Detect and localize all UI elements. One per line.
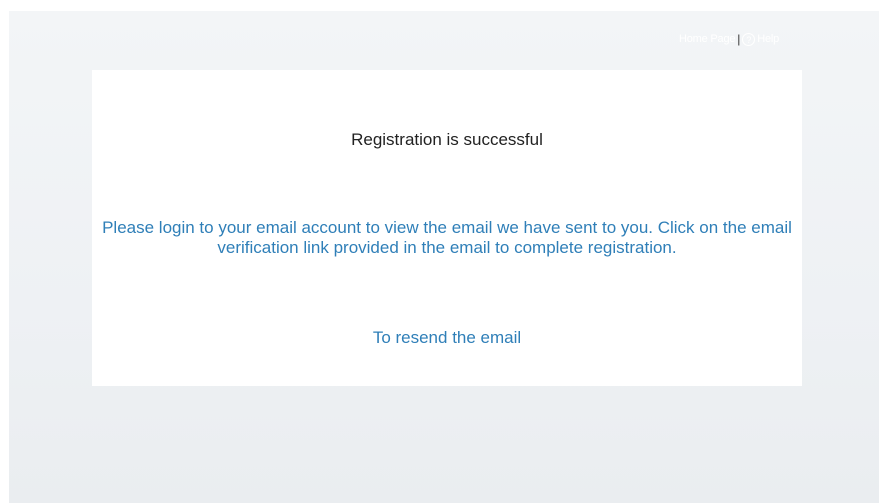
home-page-link[interactable]: Home Page — [679, 33, 735, 45]
page-title: Registration is successful — [351, 130, 543, 149]
resend-email-row: To resend the email — [92, 328, 802, 348]
verification-message: Please login to your email account to vi… — [102, 218, 792, 257]
help-link[interactable]: Help — [757, 33, 779, 45]
link-separator: | — [737, 32, 741, 46]
top-links: Home Page | ? Help — [679, 32, 779, 46]
resend-email-link[interactable]: To resend the email — [373, 328, 521, 347]
registration-card: Registration is successful Please login … — [92, 70, 802, 386]
help-circle-icon[interactable]: ? — [742, 32, 756, 46]
